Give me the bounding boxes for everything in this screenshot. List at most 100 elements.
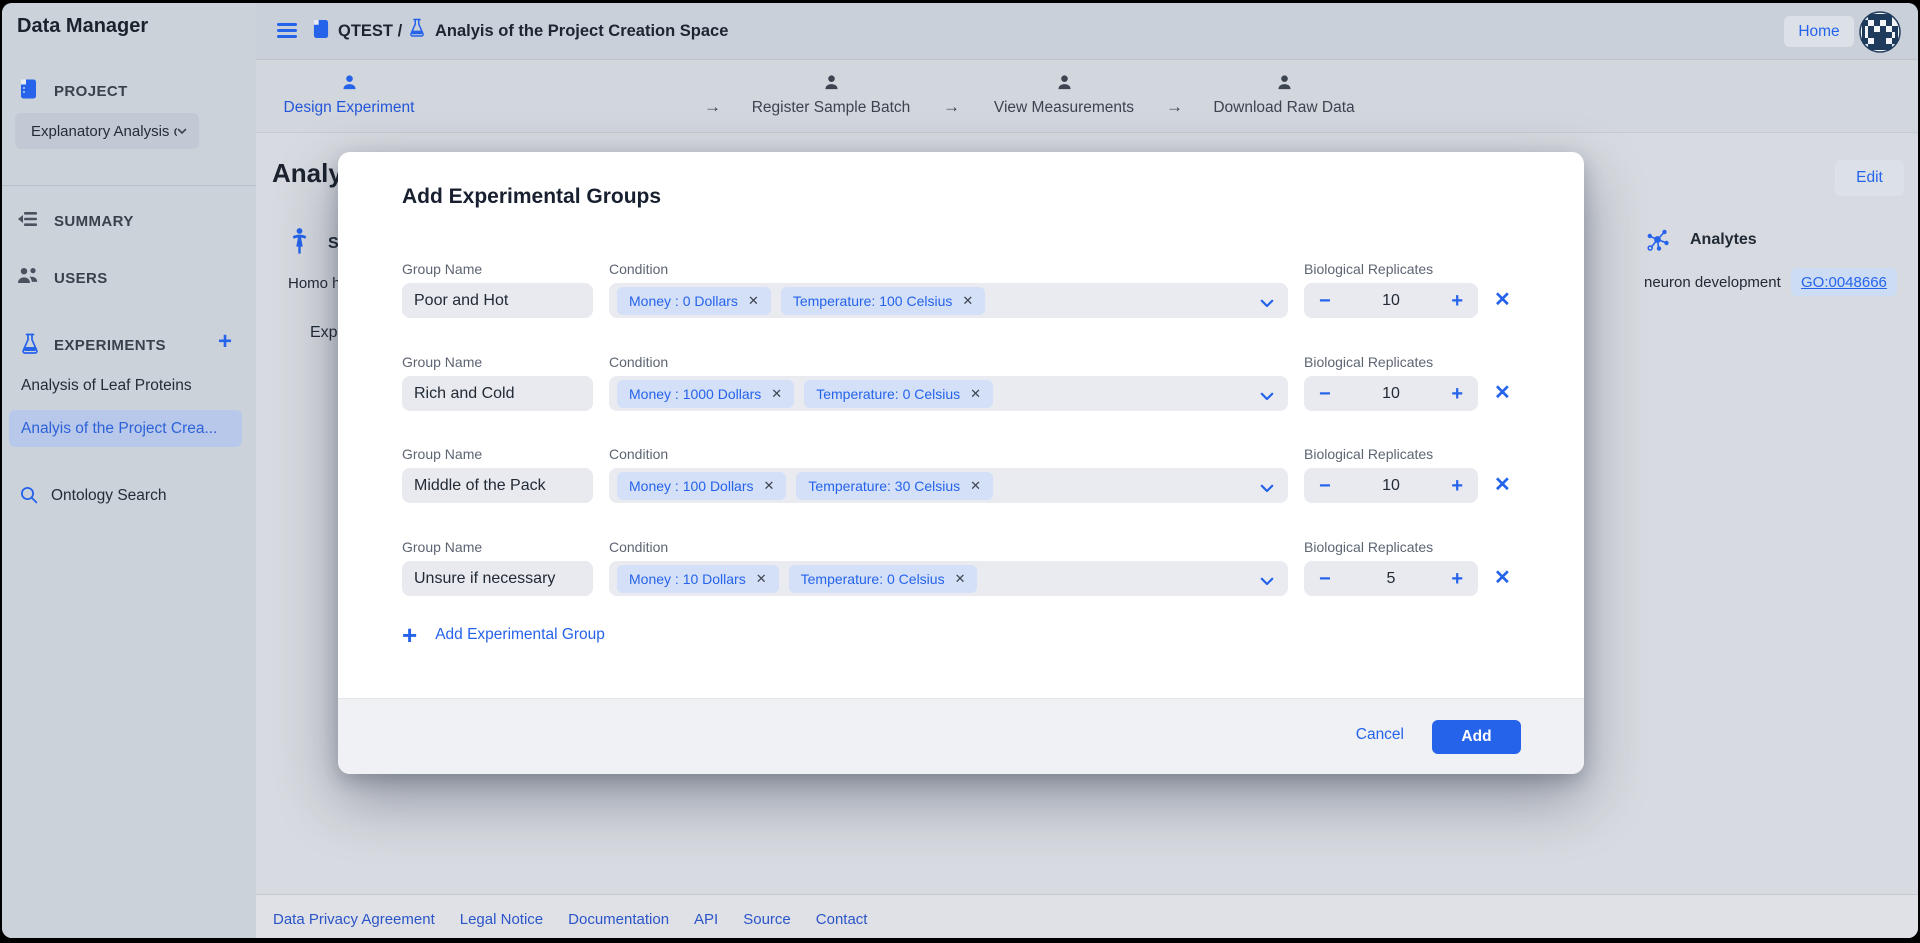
modal-title: Add Experimental Groups: [402, 185, 661, 209]
footer-link-data-privacy[interactable]: Data Privacy Agreement: [273, 911, 435, 928]
project-selector[interactable]: Explanatory Analysis o...: [15, 113, 199, 149]
condition-tag: Temperature: 100 Celsius✕: [781, 287, 985, 315]
menu-icon[interactable]: [277, 23, 297, 42]
remove-tag-icon[interactable]: ✕: [962, 293, 973, 309]
users-icon: [17, 267, 40, 289]
selected-experiment-label: Analyis of the Project Crea...: [21, 420, 217, 438]
experimental-group-row: Group Name Condition Biological Replicat…: [338, 376, 1584, 411]
step-arrow-icon: →: [704, 97, 721, 117]
remove-tag-icon[interactable]: ✕: [764, 478, 775, 494]
group-name-input[interactable]: [402, 561, 593, 596]
app-window: Data Manager PROJECT Explanatory Analysi…: [2, 3, 1918, 938]
add-experimental-group-button[interactable]: + Add Experimental Group: [402, 624, 605, 646]
analyte-ontology-link[interactable]: GO:0048666: [1791, 268, 1897, 296]
experiments-flask-icon: [21, 333, 39, 360]
cancel-button[interactable]: Cancel: [1356, 726, 1404, 744]
footer-link-legal-notice[interactable]: Legal Notice: [460, 911, 543, 928]
edit-button[interactable]: Edit: [1835, 160, 1904, 196]
footer-link-documentation[interactable]: Documentation: [568, 911, 669, 928]
group-name-input[interactable]: [402, 468, 593, 503]
sidebar-experiment-item[interactable]: Analysis of Leaf Proteins: [21, 377, 192, 395]
condition-select[interactable]: Money : 10 Dollars✕ Temperature: 0 Celsi…: [609, 561, 1288, 596]
increment-button[interactable]: +: [1451, 476, 1463, 496]
add-button[interactable]: Add: [1432, 720, 1521, 754]
species-person-icon: [290, 228, 309, 259]
condition-tag: Temperature: 30 Celsius✕: [796, 472, 993, 500]
replicates-stepper: − 10 +: [1304, 283, 1478, 318]
condition-tag: Temperature: 0 Celsius✕: [789, 565, 978, 593]
step-view-measurements[interactable]: View Measurements: [974, 74, 1154, 117]
remove-row-button[interactable]: ✕: [1494, 380, 1511, 405]
condition-tag: Money : 10 Dollars✕: [617, 565, 779, 593]
increment-button[interactable]: +: [1451, 384, 1463, 404]
user-avatar[interactable]: [1859, 11, 1901, 53]
increment-button[interactable]: +: [1451, 569, 1463, 589]
breadcrumb-experiment[interactable]: Analyis of the Project Creation Space: [435, 22, 728, 41]
breadcrumb-experiment-icon: [409, 18, 425, 43]
group-name-label: Group Name: [402, 446, 482, 462]
breadcrumb-project[interactable]: QTEST /: [338, 22, 402, 41]
analytes-section-title: Analytes: [1690, 231, 1757, 249]
condition-label: Condition: [609, 446, 668, 462]
step-design-experiment[interactable]: Design Experiment: [259, 74, 439, 117]
remove-row-button[interactable]: ✕: [1494, 565, 1511, 590]
group-name-input[interactable]: [402, 283, 593, 318]
modal-footer: Cancel Add: [338, 698, 1584, 774]
workflow-stepper: Design Experiment → Register Sample Batc…: [256, 60, 1918, 133]
condition-select[interactable]: Money : 100 Dollars✕ Temperature: 30 Cel…: [609, 468, 1288, 503]
group-name-input[interactable]: [402, 376, 593, 411]
analytes-icon: [1644, 226, 1671, 258]
remove-row-button[interactable]: ✕: [1494, 472, 1511, 497]
group-name-label: Group Name: [402, 261, 482, 277]
sidebar-item-experiments[interactable]: EXPERIMENTS: [54, 337, 166, 354]
decrement-button[interactable]: −: [1319, 569, 1331, 589]
add-experimental-groups-modal: Add Experimental Groups Group Name Condi…: [338, 152, 1584, 774]
condition-select[interactable]: Money : 1000 Dollars✕ Temperature: 0 Cel…: [609, 376, 1288, 411]
plus-icon: +: [402, 624, 417, 646]
footer-link-api[interactable]: API: [694, 911, 718, 928]
person-icon: [823, 78, 840, 95]
remove-tag-icon[interactable]: ✕: [970, 478, 981, 494]
experimental-group-row: Group Name Condition Biological Replicat…: [338, 561, 1584, 596]
step-register-sample-batch[interactable]: Register Sample Batch: [741, 74, 921, 117]
experiment-section-fragment: Exp: [310, 324, 340, 342]
remove-tag-icon[interactable]: ✕: [748, 293, 759, 309]
sidebar-item-ontology-search[interactable]: Ontology Search: [51, 487, 166, 505]
person-icon: [341, 78, 358, 95]
decrement-button[interactable]: −: [1319, 476, 1331, 496]
decrement-button[interactable]: −: [1319, 291, 1331, 311]
step-download-raw-data[interactable]: Download Raw Data: [1194, 74, 1374, 117]
add-experiment-icon[interactable]: +: [218, 332, 232, 352]
condition-tag: Money : 1000 Dollars✕: [617, 380, 794, 408]
sidebar-item-users[interactable]: USERS: [54, 270, 108, 287]
sidebar-item-summary[interactable]: SUMMARY: [54, 213, 134, 230]
footer-link-source[interactable]: Source: [743, 911, 791, 928]
footer-link-contact[interactable]: Contact: [816, 911, 868, 928]
page-title-fragment: Analy: [272, 158, 339, 189]
app-title: Data Manager: [17, 15, 148, 38]
remove-tag-icon[interactable]: ✕: [771, 386, 782, 402]
species-value-fragment: Homo h: [288, 275, 338, 292]
chevron-down-icon: [1260, 388, 1274, 406]
condition-label: Condition: [609, 539, 668, 555]
remove-tag-icon[interactable]: ✕: [970, 386, 981, 402]
replicates-stepper: − 5 +: [1304, 561, 1478, 596]
decrement-button[interactable]: −: [1319, 384, 1331, 404]
replicates-value: 10: [1331, 385, 1452, 403]
remove-tag-icon[interactable]: ✕: [955, 571, 966, 587]
replicates-label: Biological Replicates: [1304, 261, 1433, 277]
remove-row-button[interactable]: ✕: [1494, 287, 1511, 312]
condition-select[interactable]: Money : 0 Dollars✕ Temperature: 100 Cels…: [609, 283, 1288, 318]
summary-icon: [18, 211, 38, 232]
chevron-down-icon: [1260, 295, 1274, 313]
sidebar-item-project[interactable]: PROJECT: [54, 83, 128, 100]
home-button[interactable]: Home: [1784, 16, 1854, 47]
increment-button[interactable]: +: [1451, 291, 1463, 311]
remove-tag-icon[interactable]: ✕: [756, 571, 767, 587]
chevron-down-icon: [177, 122, 187, 140]
replicates-label: Biological Replicates: [1304, 539, 1433, 555]
sidebar-experiment-item-selected[interactable]: Analyis of the Project Crea...: [9, 410, 242, 447]
person-icon: [1056, 78, 1073, 95]
replicates-stepper: − 10 +: [1304, 376, 1478, 411]
replicates-value: 10: [1331, 292, 1452, 310]
